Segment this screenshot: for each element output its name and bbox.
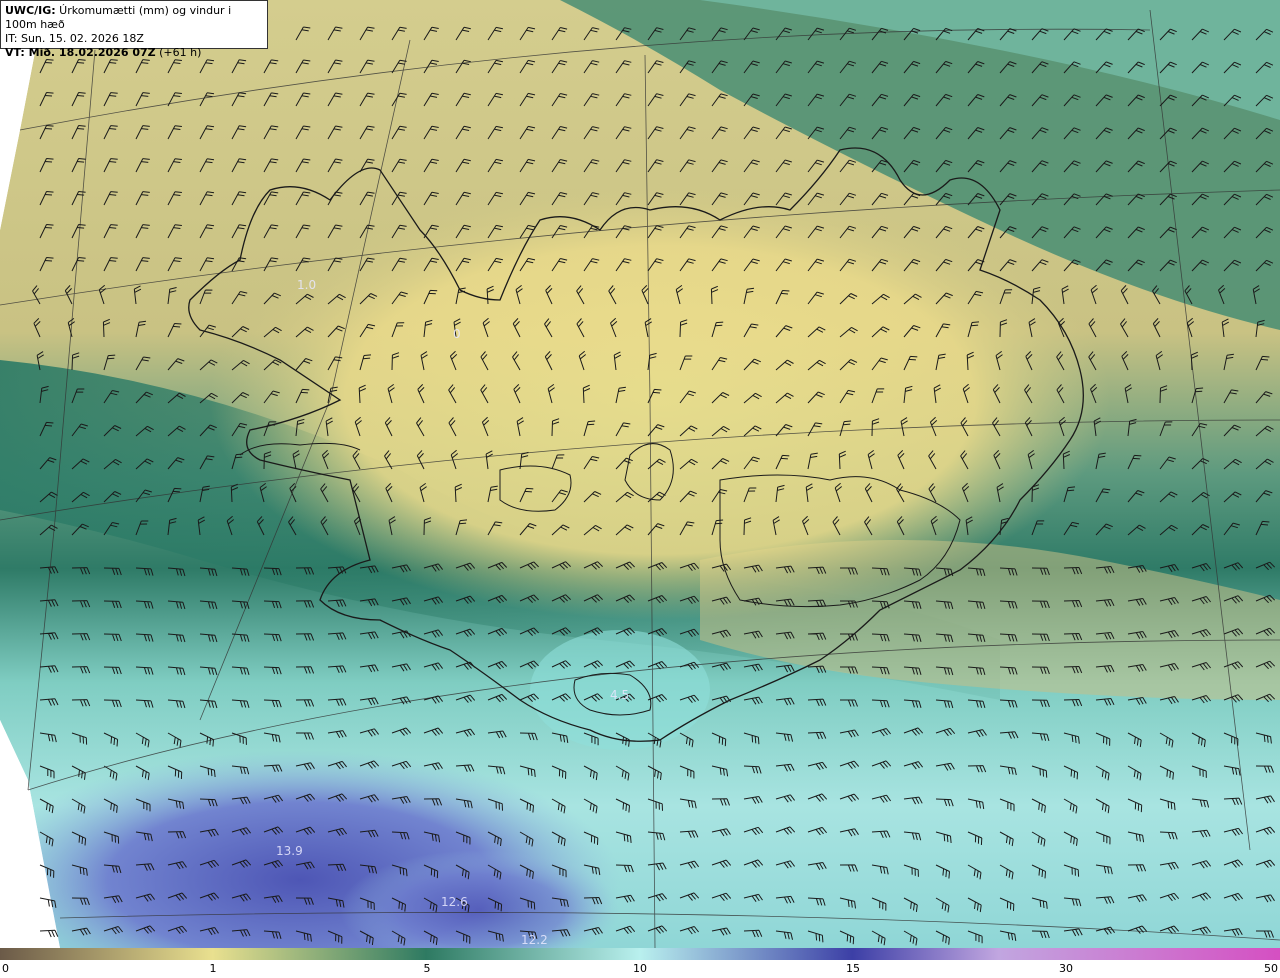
colorbar-tick-1: 1 — [209, 962, 217, 975]
forecast-lead: (+61 h) — [155, 46, 202, 59]
map-info-box: UWC/IG: Úrkomumætti (mm) og vindur i 100… — [0, 0, 268, 59]
colorbar-tick-15: 15 — [846, 962, 860, 975]
label-4-5: 4.5 — [610, 688, 629, 702]
label-13-9: 13.9 — [276, 844, 303, 858]
issue-time: IT: Sun. 15. 02. 2026 18Z — [5, 32, 144, 45]
map-title-line: UWC/IG: Úrkomumætti (mm) og vindur i 100… — [5, 4, 263, 32]
colorbar-tick-10: 10 — [633, 962, 647, 975]
valid-time-line: VT: Mið. 18.02.2026 07Z (+61 h) — [5, 46, 263, 60]
valid-time: VT: Mið. 18.02.2026 07Z — [5, 46, 156, 59]
label-12-6: 12.6 — [441, 895, 468, 909]
label-12-2: 12.2 — [521, 933, 548, 947]
iceland-dry-area — [210, 180, 1110, 620]
colorbar-tick-0: 0 — [2, 962, 9, 975]
precipitation-wind-map: 1.0 0 4.5 13.9 12.6 12.2 — [0, 0, 1280, 948]
product-code: UWC/IG: — [5, 4, 56, 17]
label-1-0: 1.0 — [297, 278, 316, 292]
label-0-west: 0 — [453, 327, 461, 341]
colorbar: 0 1 5 10 15 30 50 — [0, 948, 1280, 978]
colorbar-strip — [0, 948, 1280, 960]
colorbar-tick-5: 5 — [423, 962, 431, 975]
colorbar-tick-30: 30 — [1059, 962, 1073, 975]
colorbar-tick-50: 50 — [1264, 962, 1278, 975]
